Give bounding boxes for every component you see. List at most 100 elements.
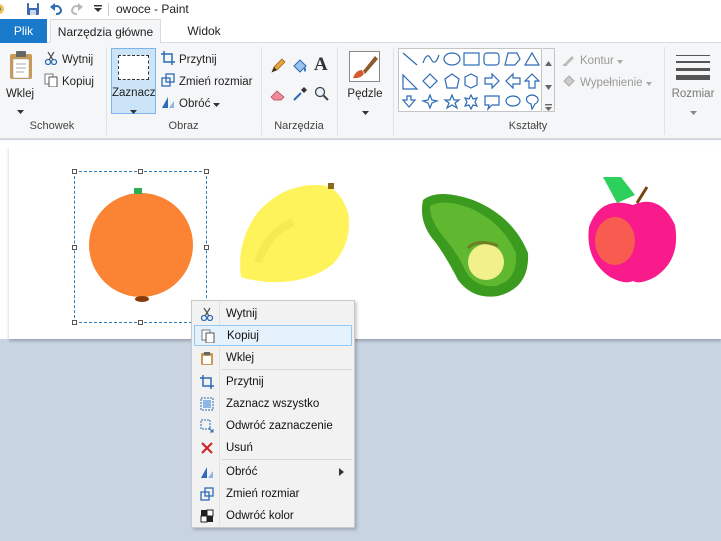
lemon-image[interactable] [238,182,353,290]
resize-button[interactable]: Zmień rozmiar [161,73,252,90]
menu-item-label: Usuń [226,441,253,454]
context-menu: Wytnij Kopiuj Wklej Przytnij Zaznacz wsz… [191,300,355,528]
tab-view[interactable]: Widok [174,19,234,43]
redo-icon[interactable] [69,1,85,17]
selection-handle-right[interactable] [204,245,209,250]
image-group-label: Obraz [168,120,199,132]
menu-separator [222,459,352,460]
fill-bucket-icon[interactable] [292,58,308,77]
size-button[interactable]: Rozmiar [668,48,718,115]
invert-color-icon [194,505,220,526]
copy-label: Kopiuj [62,75,94,88]
select-dropdown-arrow [130,103,137,117]
menu-item-invert-selection[interactable]: Odwróć zaznaczenie [194,415,352,436]
group-separator [337,47,338,135]
tools-group-label: Narzędzia [274,120,324,132]
delete-icon [194,437,220,458]
tab-file[interactable]: Plik [0,19,47,43]
menu-item-select-all[interactable]: Zaznacz wszystko [194,393,352,414]
size-label: Rozmiar [671,88,715,100]
selection-handle-top[interactable] [138,169,143,174]
text-tool-icon[interactable]: A [314,54,328,76]
size-dropdown-arrow [690,104,697,118]
rotate-label: Obróć [179,97,211,110]
select-rectangle-icon [118,55,149,80]
magnifier-icon[interactable] [314,86,330,105]
cut-label: Wytnij [62,53,94,66]
cut-button[interactable]: Wytnij [44,51,93,68]
rotate-button[interactable]: Obróć [161,95,221,112]
shapes-gallery-scroll[interactable] [543,48,555,112]
menu-item-resize[interactable]: Zmień rozmiar [194,483,352,504]
selection-handle-bottom-left[interactable] [72,320,77,325]
menu-item-paste[interactable]: Wklej [194,347,352,368]
line-size-icon [676,53,710,84]
tab-home[interactable]: Narzędzia główne [50,19,161,44]
apple-image[interactable] [585,175,680,293]
fill-icon [562,74,576,91]
copy-button[interactable]: Kopiuj [44,73,94,90]
crop-button[interactable]: Przytnij [161,51,217,68]
save-icon[interactable] [25,1,41,17]
selection-handle-top-right[interactable] [204,169,209,174]
brush-icon [349,51,380,82]
title-separator [108,3,109,16]
group-separator [664,47,665,135]
canvas-left-strip [0,140,9,339]
menu-item-label: Kopiuj [227,329,259,342]
eraser-icon[interactable] [270,86,286,105]
menu-item-label: Odwróć kolor [226,509,294,522]
paste-button[interactable]: Wklej [4,48,36,114]
brushes-button[interactable]: Pędzle [342,48,388,115]
rotate-dropdown-arrow [213,98,221,110]
paste-label: Wklej [5,88,35,100]
scroll-down-icon[interactable] [545,79,552,93]
scissors-icon [194,303,220,324]
menu-item-invert-color[interactable]: Odwróć kolor [194,505,352,526]
selection-handle-bottom[interactable] [138,320,143,325]
outline-dropdown-arrow [616,55,623,67]
shapes-gallery[interactable] [398,48,542,112]
fill-dropdown-arrow [645,77,652,89]
copy-icon [195,325,221,346]
undo-icon[interactable] [48,1,64,17]
outline-button[interactable]: Kontur [562,52,623,69]
rotate-icon [194,461,220,482]
submenu-arrow-icon [339,467,344,479]
paint-app-icon[interactable] [0,1,10,17]
brushes-label: Pędzle [347,88,383,100]
select-button[interactable]: Zaznacz [111,48,156,114]
copy-icon [44,73,58,90]
ribbon-tab-row: Plik Narzędzia główne Widok [0,19,721,44]
invert-selection-icon [194,415,220,436]
fill-button[interactable]: Wypełnienie [562,74,652,91]
select-all-icon [194,393,220,414]
resize-icon [194,483,220,504]
menu-item-crop[interactable]: Przytnij [194,371,352,392]
menu-item-label: Zaznacz wszystko [226,397,320,410]
ribbon: Wklej Wytnij Kopiuj Schowek Zaznacz Przy… [0,43,721,139]
pencil-icon[interactable] [270,58,286,77]
resize-icon [161,73,175,90]
menu-item-label: Odwróć zaznaczenie [226,419,333,432]
selection-handle-top-left[interactable] [72,169,77,174]
menu-separator [222,369,352,370]
color-picker-icon[interactable] [292,86,308,105]
menu-item-delete[interactable]: Usuń [194,437,352,458]
menu-item-label: Wklej [226,351,255,364]
menu-item-copy[interactable]: Kopiuj [194,325,352,346]
menu-item-label: Zmień rozmiar [226,487,300,500]
avocado-image[interactable] [418,188,536,303]
selection-handle-left[interactable] [72,245,77,250]
menu-item-cut[interactable]: Wytnij [194,303,352,324]
resize-label: Zmień rozmiar [179,75,253,88]
outline-label: Kontur [580,54,614,67]
customize-quick-access-icon[interactable] [90,1,106,17]
crop-label: Przytnij [179,53,217,66]
crop-icon [194,371,220,392]
scroll-up-icon[interactable] [545,55,552,69]
expand-gallery-icon[interactable] [545,100,552,114]
menu-item-rotate[interactable]: Obróć [194,461,352,482]
shapes-group-label: Kształty [508,120,548,132]
selection-rectangle[interactable] [74,171,207,323]
